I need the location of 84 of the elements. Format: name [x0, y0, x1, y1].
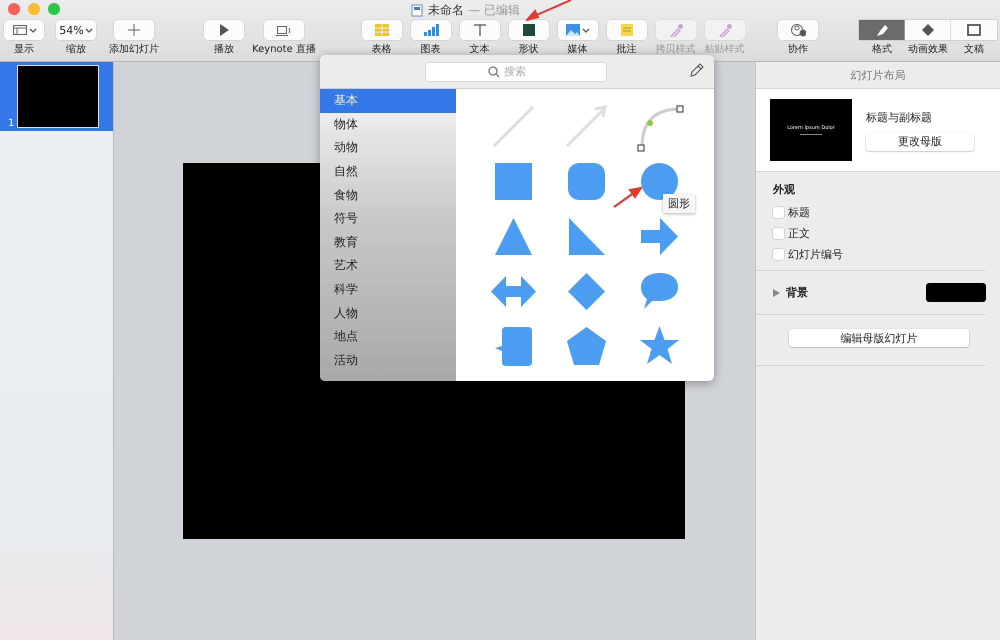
category-item[interactable]: 基本: [320, 89, 456, 113]
caret-icon: [582, 26, 590, 34]
plus-icon: [126, 23, 142, 37]
toolbar-button[interactable]: [508, 20, 548, 40]
text-icon: [472, 23, 488, 37]
category-item[interactable]: 物体: [320, 112, 456, 136]
collaborate-icon: [790, 23, 806, 37]
checkbox[interactable]: [773, 207, 784, 218]
square-icon: [520, 23, 536, 37]
toolbar-label: 图表: [420, 42, 440, 56]
image-icon: [565, 23, 581, 37]
checkbox-label: 幻灯片编号: [788, 247, 843, 262]
category-item[interactable]: 符号: [320, 206, 456, 231]
section-title: 外观: [773, 182, 796, 197]
checkbox[interactable]: [773, 249, 784, 260]
eyedropper-icon: [716, 23, 732, 37]
toolbar-label: 媒体: [568, 43, 588, 56]
annotation-arrow: [526, 0, 572, 22]
pen-icon: [689, 63, 704, 77]
category-item[interactable]: 食物: [320, 183, 456, 207]
category-item[interactable]: 地点: [320, 324, 456, 349]
note-icon: [618, 23, 634, 37]
toolbar-label: 拷贝样式: [656, 42, 696, 56]
window-title: 未命名: [428, 2, 464, 19]
toolbar-button[interactable]: [264, 20, 304, 40]
toolbar-label: 动画效果: [908, 43, 948, 56]
bar-chart-icon: [422, 23, 438, 37]
edit-status: — 已编辑: [468, 2, 520, 19]
sidebar-layout-icon: [12, 23, 28, 37]
inspector-tab[interactable]: [951, 20, 997, 40]
edit-master-button[interactable]: 编辑母版幻灯片: [789, 329, 969, 347]
toolbar-label: 添加幻灯片: [109, 42, 159, 56]
document-icon: [966, 23, 982, 37]
zoom-button[interactable]: [48, 3, 60, 15]
toolbar-label: 文本: [470, 42, 490, 56]
checkbox-label: 标题: [788, 205, 810, 220]
inspector-tab[interactable]: [859, 20, 905, 40]
search-icon: [488, 66, 500, 78]
laptop-broadcast-icon: [276, 24, 292, 36]
close-button[interactable]: [8, 3, 20, 15]
checkbox-label: 正文: [788, 226, 810, 241]
toolbar-label: 批注: [616, 42, 636, 56]
toolbar-label: 显示: [14, 43, 34, 56]
toolbar-button[interactable]: [460, 20, 500, 40]
toolbar-button[interactable]: [4, 20, 44, 40]
disclosure-triangle-icon[interactable]: [773, 288, 780, 296]
color-well[interactable]: [926, 283, 986, 302]
toolbar-button[interactable]: [204, 20, 244, 40]
search-field[interactable]: 搜索: [426, 62, 606, 80]
tooltip: 圆形: [663, 194, 695, 213]
category-item[interactable]: 自然: [320, 160, 456, 184]
caret-icon: [28, 26, 36, 34]
caret-icon: [84, 26, 93, 34]
category-item[interactable]: 活动: [320, 348, 456, 372]
minimize-button[interactable]: [28, 3, 40, 15]
toolbar-button[interactable]: [114, 20, 154, 40]
toolbar-label: 形状: [518, 42, 538, 56]
category-item[interactable]: 教育: [320, 230, 456, 254]
change-master-button[interactable]: 更改母版: [866, 132, 974, 150]
inspector-tab[interactable]: [905, 20, 951, 40]
slide-number: 1: [8, 118, 14, 131]
toolbar-button[interactable]: [778, 20, 818, 40]
toolbar-label: Keynote 直播: [252, 42, 316, 56]
diamond-icon: [920, 23, 936, 37]
category-item[interactable]: 人物: [320, 301, 456, 325]
toolbar-button[interactable]: 54%: [56, 20, 96, 40]
section-title: 背景: [786, 285, 809, 300]
toolbar-label: 播放: [214, 42, 234, 56]
category-item[interactable]: 科学: [320, 278, 456, 302]
toolbar-label: 表格: [372, 42, 392, 56]
category-item[interactable]: 动物: [320, 136, 456, 160]
document-icon: [410, 4, 424, 17]
annotation-arrow: [612, 186, 642, 208]
master-name: 标题与副标题: [866, 110, 933, 124]
table-icon: [374, 23, 390, 37]
toolbar-label: 粘贴样式: [704, 42, 744, 56]
eyedropper-icon: [668, 23, 684, 37]
toolbar-label: 协作: [788, 42, 808, 56]
toolbar-label: 格式: [872, 42, 892, 56]
category-item[interactable]: 艺术: [320, 254, 456, 278]
checkbox[interactable]: [773, 228, 784, 239]
toolbar-label: 文稿: [964, 42, 984, 56]
toolbar-label: 缩放: [66, 42, 86, 56]
slide-item[interactable]: 1: [0, 62, 113, 131]
